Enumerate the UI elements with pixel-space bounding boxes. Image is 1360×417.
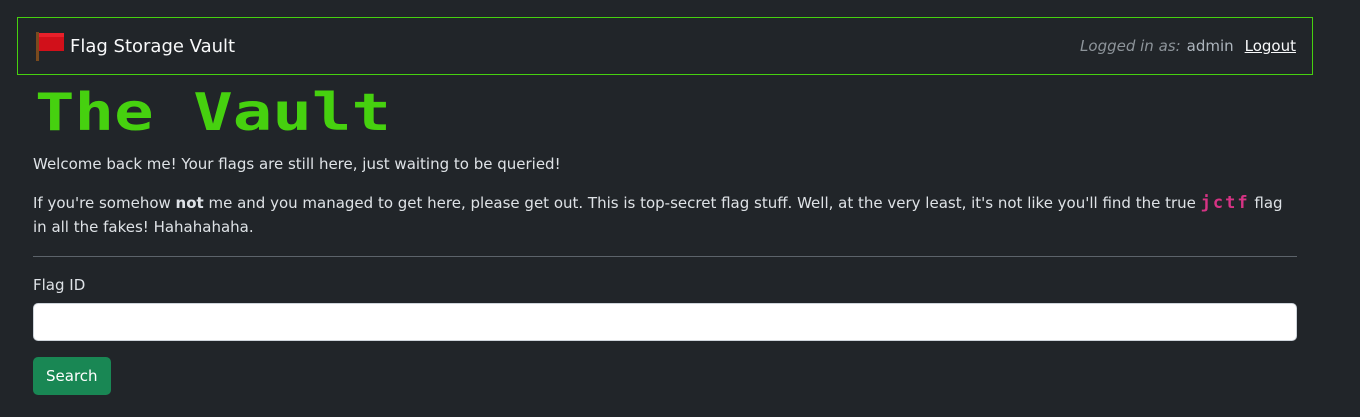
logout-link[interactable]: Logout <box>1245 37 1296 55</box>
main-content: The Vault Welcome back me! Your flags ar… <box>33 86 1297 395</box>
logged-in-label: Logged in as: <box>1080 37 1181 55</box>
flag-id-label: Flag ID <box>33 276 86 294</box>
username: admin <box>1186 37 1234 55</box>
navbar: Flag Storage Vault Logged in as: admin L… <box>17 17 1313 75</box>
warning-emphasis: not <box>175 194 204 212</box>
user-info: Logged in as: admin Logout <box>1080 37 1296 55</box>
red-flag-icon <box>36 32 64 61</box>
welcome-text: Welcome back me! Your flags are still he… <box>33 155 561 173</box>
warning-text: If you're somehow not me and you managed… <box>33 191 1297 239</box>
warning-part-1: If you're somehow <box>33 194 176 212</box>
page: Flag Storage Vault Logged in as: admin L… <box>0 0 1360 417</box>
divider <box>33 256 1297 257</box>
search-button[interactable]: Search <box>33 357 111 395</box>
flag-search-form: Flag ID Search <box>33 276 1297 395</box>
page-title-text: The Vault <box>35 86 391 136</box>
warning-part-2: me and you managed to get here, please g… <box>203 194 1201 212</box>
jctf-code: jctf <box>1200 193 1250 213</box>
page-title: The Vault <box>33 86 1297 138</box>
flag-id-input[interactable] <box>33 303 1297 341</box>
brand-link[interactable]: Flag Storage Vault <box>34 31 235 61</box>
brand-title: Flag Storage Vault <box>70 35 236 57</box>
